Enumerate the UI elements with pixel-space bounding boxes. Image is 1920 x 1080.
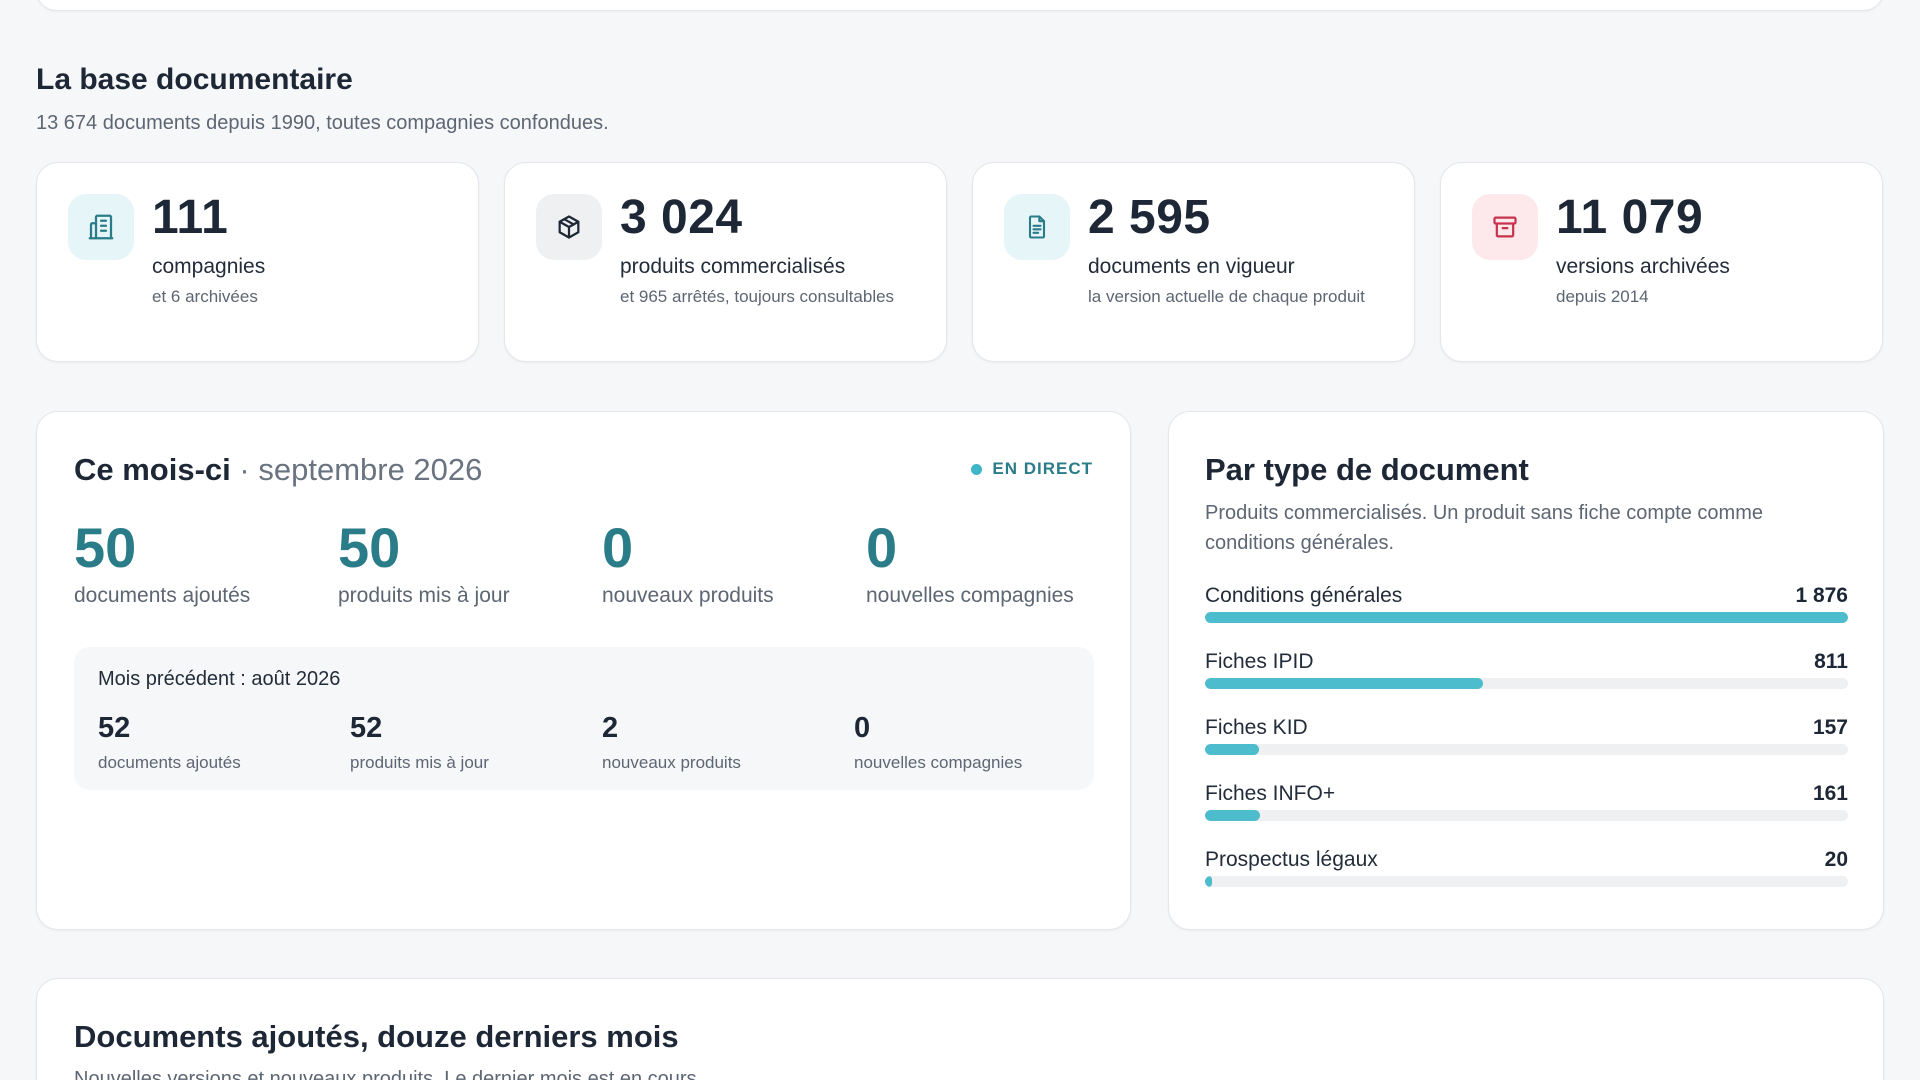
type-bar-track	[1205, 678, 1848, 689]
type-value: 20	[1824, 848, 1848, 871]
document-type-subtitle: Produits commercialisés. Un produit sans…	[1205, 502, 1763, 554]
previous-month-stat: 2 nouveaux produits	[602, 711, 741, 773]
building-icon	[68, 194, 134, 260]
month-stat-value: 0	[602, 516, 634, 579]
type-row: Prospectus légaux 20	[1205, 848, 1848, 898]
type-name: Fiches KID	[1205, 716, 1308, 739]
chart-title: Documents ajoutés, douze derniers mois	[74, 1019, 679, 1054]
previous-stat-value: 52	[98, 712, 131, 744]
stat-label: compagnies	[152, 255, 266, 278]
stat-value: 2 595	[1088, 191, 1211, 244]
month-stat-label: documents ajoutés	[74, 584, 251, 607]
type-name: Conditions générales	[1205, 584, 1403, 607]
type-bar-fill	[1205, 678, 1483, 689]
previous-stat-value: 52	[350, 712, 383, 744]
stat-note: et 6 archivées	[152, 287, 258, 306]
live-label: EN DIRECT	[992, 459, 1093, 478]
previous-month-stat: 0 nouvelles compagnies	[854, 711, 1022, 773]
month-stat-label: produits mis à jour	[338, 584, 510, 607]
previous-stat-label: produits mis à jour	[350, 753, 489, 772]
previous-stat-label: nouveaux produits	[602, 753, 741, 772]
document-icon	[1004, 194, 1070, 260]
type-bar-fill	[1205, 744, 1259, 755]
previous-stat-value: 0	[854, 712, 871, 744]
document-type-card: Par type de document Produits commercial…	[1168, 411, 1884, 930]
type-bar-track	[1205, 810, 1848, 821]
type-bar-track	[1205, 612, 1848, 623]
type-bar-track	[1205, 876, 1848, 887]
month-card: Ce mois-ci · septembre 2026 EN DIRECT 50…	[36, 411, 1131, 930]
month-stat-value: 50	[74, 516, 137, 579]
type-bar-fill	[1205, 810, 1261, 821]
type-value: 157	[1812, 716, 1848, 739]
stat-note: depuis 2014	[1556, 287, 1649, 306]
stat-card-archives: 11 079 versions archivées depuis 2014	[1440, 162, 1883, 362]
type-bar-fill	[1205, 612, 1848, 623]
previous-stat-value: 2	[602, 712, 619, 744]
live-indicator: EN DIRECT	[971, 459, 1093, 479]
package-icon	[536, 194, 602, 260]
month-stat: 50 produits mis à jour	[338, 516, 510, 608]
type-value: 811	[1814, 650, 1848, 673]
stat-value: 11 079	[1556, 191, 1704, 244]
previous-month-stat: 52 produits mis à jour	[350, 711, 489, 773]
month-stat-label: nouveaux produits	[602, 584, 774, 607]
stat-note: et 965 arrêtés, toujours consultables	[620, 287, 895, 306]
previous-stat-label: documents ajoutés	[98, 753, 241, 772]
stat-label: versions archivées	[1556, 255, 1730, 278]
archive-icon	[1472, 194, 1538, 260]
type-row: Fiches INFO+ 161	[1205, 782, 1848, 832]
month-period: septembre 2026	[258, 452, 483, 487]
type-value: 1 876	[1795, 584, 1848, 607]
stat-card-companies: 111 compagnies et 6 archivées	[36, 162, 479, 362]
live-dot-icon	[971, 463, 983, 475]
previous-month-title: Mois précédent : août 2026	[98, 668, 341, 690]
month-stat-label: nouvelles compagnies	[866, 584, 1074, 607]
type-bar-fill	[1205, 876, 1212, 887]
type-name: Prospectus légaux	[1205, 848, 1378, 871]
chart-subtitle: Nouvelles versions et nouveaux produits.…	[74, 1068, 703, 1080]
stat-value: 111	[152, 191, 229, 244]
monthly-chart-card: Documents ajoutés, douze derniers mois N…	[36, 978, 1884, 1080]
section-title: La base documentaire	[36, 63, 353, 96]
month-stat: 50 documents ajoutés	[74, 516, 250, 608]
type-value: 161	[1812, 782, 1848, 805]
month-title-separator: ·	[239, 452, 250, 487]
type-row: Conditions générales 1 876	[1205, 584, 1848, 634]
stat-label: produits commercialisés	[620, 255, 846, 278]
previous-stat-label: nouvelles compagnies	[854, 753, 1023, 772]
month-stat: 0 nouvelles compagnies	[866, 516, 1074, 608]
stat-note: la version actuelle de chaque produit	[1088, 287, 1365, 306]
type-name: Fiches IPID	[1205, 650, 1314, 673]
previous-card	[36, 0, 1884, 11]
month-title: Ce mois-ci · septembre 2026	[74, 452, 482, 488]
type-row: Fiches KID 157	[1205, 716, 1848, 766]
month-title-label: Ce mois-ci	[74, 452, 231, 487]
stat-label: documents en vigueur	[1088, 255, 1295, 278]
type-name: Fiches INFO+	[1205, 782, 1336, 805]
stat-card-documents: 2 595 documents en vigueur la version ac…	[972, 162, 1415, 362]
section-subtitle: 13 674 documents depuis 1990, toutes com…	[36, 112, 609, 134]
previous-month-stat: 52 documents ajoutés	[98, 711, 241, 773]
month-stat-value: 50	[338, 516, 401, 579]
type-row: Fiches IPID 811	[1205, 650, 1848, 700]
document-type-title: Par type de document	[1205, 452, 1529, 487]
stat-card-products: 3 024 produits commercialisés et 965 arr…	[504, 162, 947, 362]
type-bar-track	[1205, 744, 1848, 755]
stat-value: 3 024	[620, 191, 743, 244]
month-stat: 0 nouveaux produits	[602, 516, 774, 608]
month-stat-value: 0	[866, 516, 898, 579]
previous-month-box: Mois précédent : août 2026 52 documents …	[74, 647, 1094, 790]
